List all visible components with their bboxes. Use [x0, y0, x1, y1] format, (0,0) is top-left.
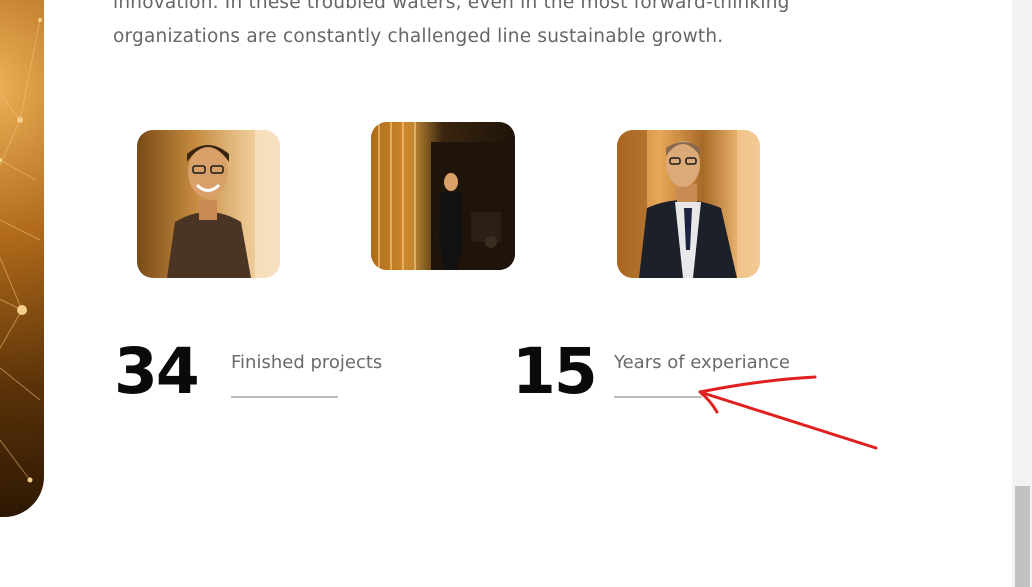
- stat-label-years: Years of experiance: [614, 352, 791, 373]
- stat-underline: [614, 396, 702, 398]
- person-illustration: [617, 130, 760, 278]
- stat-number-years: 15: [512, 335, 598, 408]
- stat-number-projects: 34: [114, 335, 200, 408]
- team-photo-1: [137, 130, 280, 278]
- person-illustration: [167, 130, 280, 278]
- page-scrollbar[interactable]: [1012, 0, 1032, 587]
- stat-label-projects: Finished projects: [231, 352, 383, 373]
- person-illustration: [371, 122, 515, 270]
- stat-underline: [231, 396, 338, 398]
- annotation-arrow-icon: [698, 375, 878, 450]
- scrollbar-thumb[interactable]: [1015, 486, 1030, 587]
- team-photo-2: [371, 122, 515, 270]
- hero-network-image: [0, 0, 44, 517]
- network-pattern: [0, 18, 42, 483]
- team-photo-3: [617, 130, 760, 278]
- intro-line-1: innovation. In these troubled waters, ev…: [113, 0, 790, 13]
- intro-paragraph: innovation. In these troubled waters, ev…: [113, 0, 813, 54]
- intro-line-2: organizations are constantly challenged …: [113, 26, 724, 47]
